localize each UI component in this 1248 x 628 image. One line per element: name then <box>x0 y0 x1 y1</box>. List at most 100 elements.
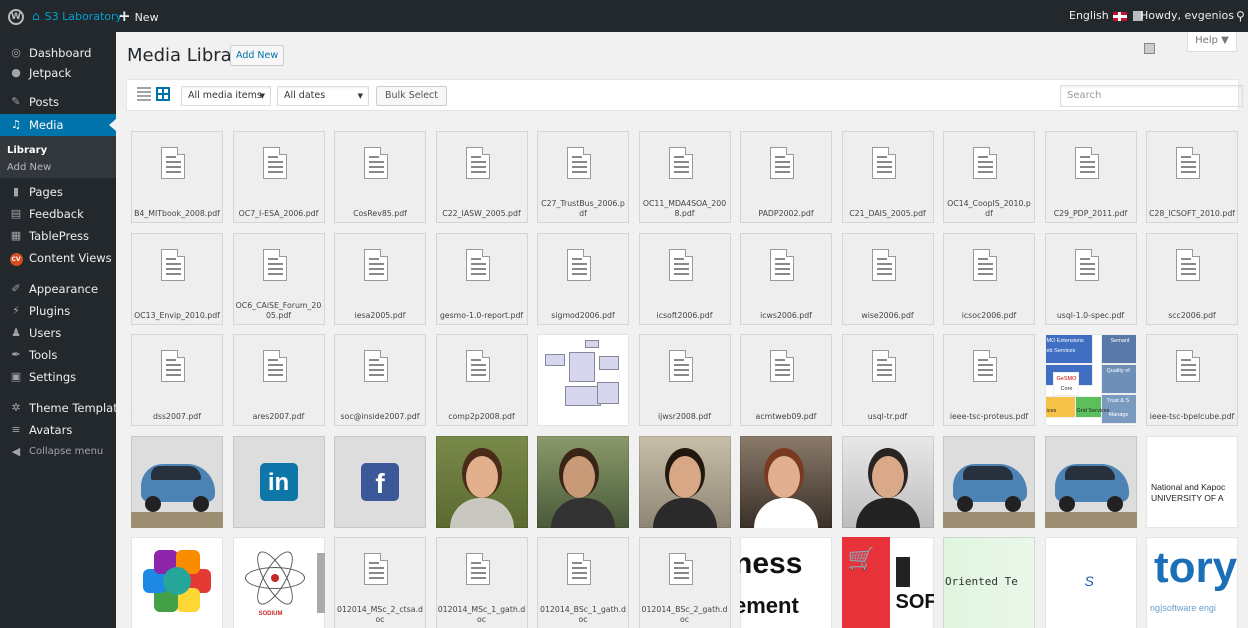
document-tile[interactable]: ares2007.pdf <box>232 334 325 426</box>
car-wheel <box>1106 495 1123 512</box>
image-tile[interactable]: f <box>334 435 426 528</box>
bulk-select-button[interactable]: Bulk Select <box>376 86 448 106</box>
menu-appearance[interactable]: ✐ Appearance <box>0 278 116 300</box>
image-tile[interactable]: S <box>1044 537 1137 628</box>
document-tile[interactable]: OC7_I-ESA_2006.pdf <box>232 131 325 223</box>
grid-view-icon[interactable] <box>156 87 170 101</box>
diagram-box <box>545 354 565 366</box>
image-tile[interactable] <box>740 435 832 528</box>
new-content-button[interactable]: + New <box>118 0 159 32</box>
menu-pages[interactable]: ▮ Pages <box>0 181 116 203</box>
menu-avatars[interactable]: ≡ Avatars <box>0 419 116 441</box>
document-tile[interactable]: gesmo-1.0-report.pdf <box>435 232 528 325</box>
media-type-filter[interactable]: All media items ▼ <box>181 86 271 106</box>
site-name-link[interactable]: ⌂ S3 Laboratory <box>32 0 122 32</box>
document-tile[interactable]: 012014_BSc_1_gath.doc <box>537 537 629 628</box>
media-icon: ♫ <box>11 118 21 131</box>
document-tile[interactable]: dss2007.pdf <box>131 334 223 426</box>
menu-dashboard[interactable]: ◎ Dashboard <box>0 42 116 64</box>
document-tile[interactable]: wise2006.pdf <box>841 232 934 325</box>
image-tile[interactable] <box>841 435 934 528</box>
menu-theme-templates[interactable]: ✲ Theme Templates <box>0 397 130 419</box>
document-tile[interactable]: 012014_BSc_2_gath.doc <box>638 537 731 628</box>
document-tile[interactable]: B4_MITbook_2008.pdf <box>131 131 223 223</box>
image-tile[interactable] <box>131 537 223 628</box>
document-tile[interactable]: C22_IASW_2005.pdf <box>435 131 528 223</box>
image-tile[interactable] <box>638 435 731 528</box>
menu-feedback[interactable]: ▤ Feedback <box>0 203 116 225</box>
image-tile[interactable]: SODIUM <box>232 537 325 628</box>
image-tile[interactable]: ness ement <box>740 537 832 628</box>
image-tile[interactable] <box>537 334 629 426</box>
car-wheel <box>193 495 209 512</box>
image-tile[interactable]: National and Kapoc UNIVERSITY OF A <box>1146 435 1238 528</box>
document-tile[interactable]: icws2006.pdf <box>740 232 832 325</box>
menu-tablepress[interactable]: ▦ TablePress <box>0 225 116 247</box>
menu-tools[interactable]: ✒ Tools <box>0 344 116 366</box>
submenu-library[interactable]: Library <box>0 142 116 160</box>
image-tile[interactable] <box>537 435 629 528</box>
document-tile[interactable]: scc2006.pdf <box>1146 232 1238 325</box>
document-tile[interactable]: ijwsr2008.pdf <box>638 334 731 426</box>
help-button[interactable]: Help ▼ <box>1187 32 1237 52</box>
media-toolbar: All media items ▼ All dates ▼ Bulk Select … <box>126 79 1243 111</box>
person-shoulders <box>449 497 514 528</box>
menu-media[interactable]: ♫ Media <box>0 114 116 136</box>
atom-nucleus <box>270 574 279 582</box>
car-photo-tile[interactable] <box>943 435 1035 528</box>
car-photo-tile[interactable] <box>1044 435 1137 528</box>
image-tile[interactable] <box>435 435 528 528</box>
document-tile[interactable]: icsoft2006.pdf <box>638 232 731 325</box>
account-menu[interactable]: Howdy, evgenios <box>1140 0 1248 54</box>
date-filter[interactable]: All dates ▼ <box>277 86 369 106</box>
document-tile[interactable]: OC6_CAiSE_Forum_2005.pdf <box>232 232 325 325</box>
document-tile[interactable]: ieee-tsc-bpelcube.pdf <box>1146 334 1238 426</box>
menu-users[interactable]: ♟ Users <box>0 322 116 344</box>
document-tile[interactable]: soc@inside2007.pdf <box>334 334 426 426</box>
document-tile[interactable]: 012014_MSc_1_gath.doc <box>435 537 528 628</box>
document-tile[interactable]: C27_TrustBus_2006.pdf <box>537 131 629 223</box>
list-view-icon[interactable] <box>137 87 151 101</box>
document-tile[interactable]: acmtweb09.pdf <box>740 334 832 426</box>
admin-bar: W ⌂ S3 Laboratory + New English Howdy, evg… <box>0 0 1248 54</box>
image-tile[interactable]: Oriented Te <box>943 537 1035 628</box>
wordpress-logo-icon[interactable]: W <box>8 0 28 32</box>
submenu-add-new[interactable]: Add New <box>0 159 116 177</box>
file-name: OC14_CoopIS_2010.pdf <box>947 199 1031 218</box>
document-tile[interactable]: 012014_MSc_2_ctsa.doc <box>334 537 426 628</box>
image-tile[interactable]: in <box>232 435 325 528</box>
menu-settings[interactable]: ▣ Settings <box>0 366 116 388</box>
document-tile[interactable]: OC13_Envip_2010.pdf <box>131 232 223 325</box>
image-tile[interactable]: tory ng|software engi <box>1146 537 1238 628</box>
file-name: usql-1.0-spec.pdf <box>1056 310 1125 320</box>
document-tile[interactable]: iesa2005.pdf <box>334 232 426 325</box>
image-text: GeSMO <box>1056 376 1077 382</box>
document-tile[interactable]: C28_ICSOFT_2010.pdf <box>1146 131 1238 223</box>
document-tile[interactable]: C29_PDP_2011.pdf <box>1044 131 1137 223</box>
language-switcher[interactable]: English <box>1069 0 1143 32</box>
search-icon[interactable]: ⚲ <box>1236 0 1245 32</box>
document-tile[interactable]: C21_DAIS_2005.pdf <box>841 131 934 223</box>
image-tile[interactable]: MO Extensions eb Services GeSMO Core ices Gri… <box>1044 334 1137 426</box>
image-tile[interactable]: 🛒 SOF <box>841 537 934 628</box>
document-tile[interactable]: CosRev85.pdf <box>334 131 426 223</box>
menu-jetpack[interactable]: ● Jetpack <box>0 62 116 84</box>
car-photo-tile[interactable] <box>131 435 223 528</box>
document-tile[interactable]: OC14_CoopIS_2010.pdf <box>943 131 1035 223</box>
document-tile[interactable]: PADP2002.pdf <box>740 131 832 223</box>
add-new-button[interactable]: Add New <box>230 45 285 66</box>
document-tile[interactable]: comp2p2008.pdf <box>435 334 528 426</box>
menu-content-views[interactable]: CV Content Views <box>0 247 116 269</box>
menu-posts[interactable]: ✎ Posts <box>0 91 116 113</box>
document-tile[interactable]: sigmod2006.pdf <box>537 232 629 325</box>
car-wheel <box>1005 495 1021 512</box>
menu-plugins[interactable]: ⚡ Plugins <box>0 300 116 322</box>
document-tile[interactable]: OC11_MDA4SOA_2008.pdf <box>638 131 731 223</box>
person-face <box>871 455 904 498</box>
document-tile[interactable]: usql-1.0-spec.pdf <box>1044 232 1137 325</box>
collapse-menu-button[interactable]: ◀ Collapse menu <box>0 441 116 463</box>
search-input[interactable]: Search <box>1060 85 1243 107</box>
document-tile[interactable]: ieee-tsc-proteus.pdf <box>943 334 1035 426</box>
document-tile[interactable]: usql-tr.pdf <box>841 334 934 426</box>
document-tile[interactable]: icsoc2006.pdf <box>943 232 1035 325</box>
